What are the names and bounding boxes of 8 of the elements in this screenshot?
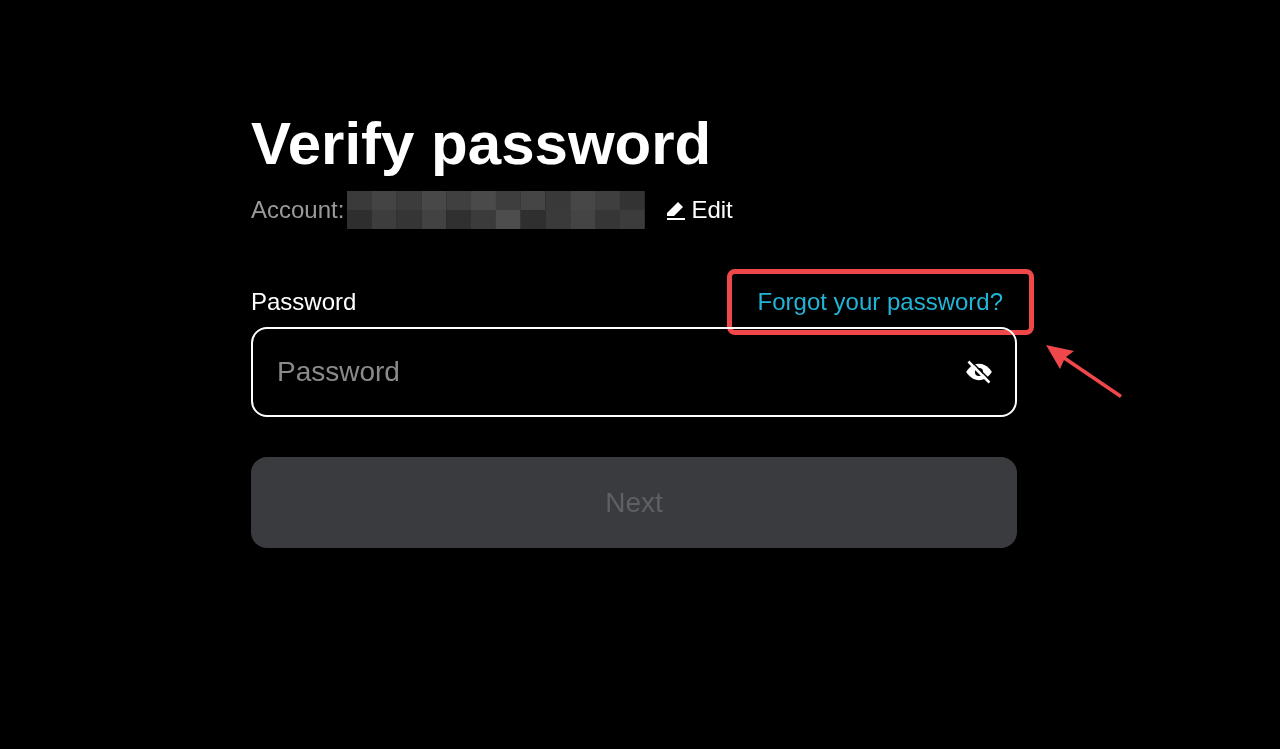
password-field[interactable]: Password <box>251 327 1017 417</box>
password-label: Password <box>251 287 357 317</box>
forgot-password-link[interactable]: Forgot your password? <box>726 269 1034 335</box>
account-label: Account: <box>251 195 345 225</box>
pencil-icon <box>665 200 688 220</box>
page-title: Verify password <box>251 109 712 179</box>
eye-off-icon[interactable] <box>965 358 993 386</box>
edit-button[interactable]: Edit <box>665 192 733 228</box>
